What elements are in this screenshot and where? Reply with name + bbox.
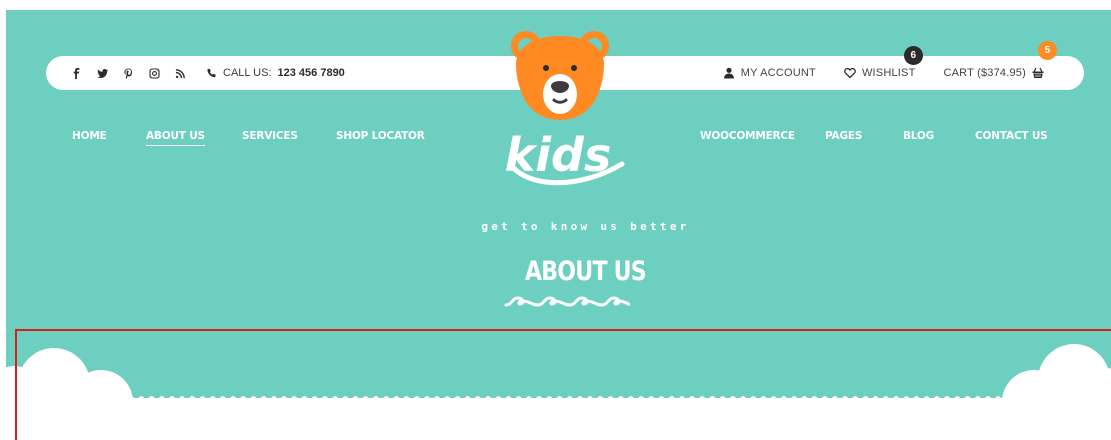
nav-blog[interactable]: BLOG bbox=[903, 130, 934, 142]
facebook-icon[interactable] bbox=[70, 67, 82, 79]
nav-woocommerce[interactable]: WOOCOMMERCE bbox=[700, 130, 795, 142]
instagram-icon[interactable] bbox=[148, 67, 160, 79]
call-us: CALL US: 123 456 7890 bbox=[206, 67, 345, 79]
account-links: MY ACCOUNT WISHLIST 6 CART ($374.95) 5 bbox=[723, 41, 1057, 90]
call-us-number[interactable]: 123 456 7890 bbox=[278, 67, 345, 79]
user-icon bbox=[723, 67, 734, 79]
nav-services[interactable]: SERVICES bbox=[242, 130, 298, 142]
cart-link[interactable]: CART ($374.95) 5 bbox=[943, 41, 1057, 79]
heart-icon bbox=[844, 67, 856, 79]
cart-count-badge: 5 bbox=[1038, 41, 1057, 60]
hero-tagline: get to know us better bbox=[481, 220, 690, 233]
wishlist-count-badge: 6 bbox=[903, 46, 923, 65]
cart-label: CART ($374.95) bbox=[943, 67, 1026, 79]
header-hero: CALL US: 123 456 7890 MY ACCOUNT WISHLIS… bbox=[6, 10, 1111, 440]
cloud-divider bbox=[6, 344, 1111, 440]
pinterest-icon[interactable] bbox=[122, 67, 134, 79]
my-account-label: MY ACCOUNT bbox=[740, 67, 816, 79]
page-title: ABOUT US bbox=[524, 256, 647, 287]
my-account-link[interactable]: MY ACCOUNT bbox=[723, 67, 816, 79]
nav-contact-us[interactable]: CONTACT US bbox=[975, 130, 1048, 142]
nav-home[interactable]: HOME bbox=[72, 130, 107, 142]
call-us-label: CALL US: bbox=[223, 67, 272, 79]
wave-divider-icon bbox=[504, 296, 630, 307]
nav-pages[interactable]: PAGES bbox=[825, 130, 862, 142]
nav-shop-locator[interactable]: SHOP LOCATOR bbox=[336, 130, 425, 142]
rss-icon[interactable] bbox=[174, 67, 186, 79]
phone-icon bbox=[207, 68, 216, 77]
social-links bbox=[70, 67, 186, 79]
site-logo[interactable]: kids bbox=[500, 24, 630, 194]
basket-icon bbox=[1032, 67, 1044, 78]
twitter-icon[interactable] bbox=[96, 67, 108, 79]
nav-about-us[interactable]: ABOUT US bbox=[146, 130, 205, 146]
wishlist-link[interactable]: WISHLIST 6 bbox=[844, 46, 923, 79]
bear-logo-icon: kids bbox=[505, 31, 625, 186]
wishlist-label: WISHLIST bbox=[861, 67, 916, 79]
